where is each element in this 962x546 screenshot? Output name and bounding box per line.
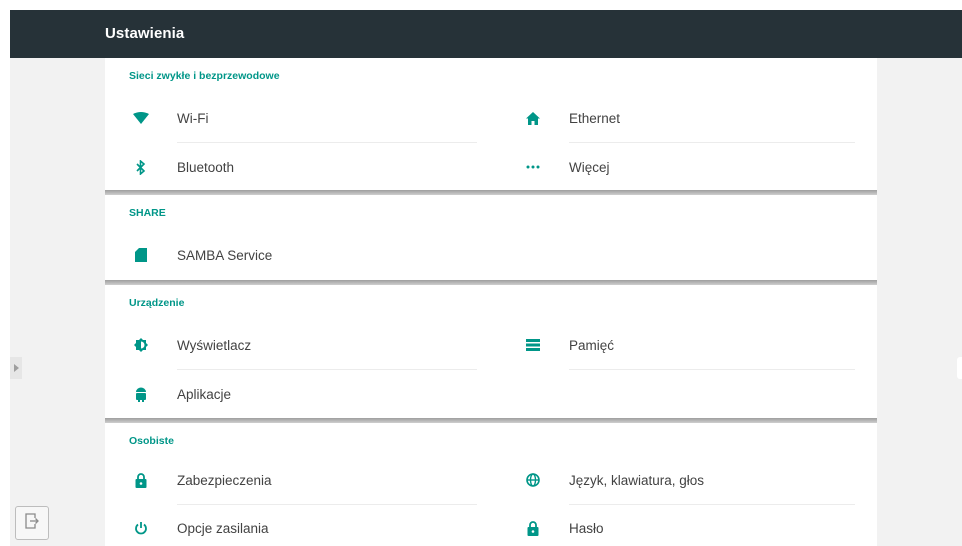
settings-window: Ustawienia Sieci zwykłe i bezprzewodowe … (10, 10, 962, 546)
section-title-share: SHARE (129, 207, 166, 219)
item-divider (569, 142, 855, 143)
settings-item-label: Wyświetlacz (177, 337, 252, 353)
more-icon (525, 159, 541, 175)
settings-item-label: Bluetooth (177, 159, 235, 175)
sd-card-icon (133, 247, 149, 263)
settings-item-ethernet[interactable]: Ethernet (501, 98, 851, 138)
chevron-right-icon (13, 359, 19, 377)
settings-item-power[interactable]: Opcje zasilania (109, 508, 459, 546)
exit-icon (25, 512, 39, 534)
side-panel-toggle[interactable] (10, 357, 22, 379)
home-icon (525, 110, 541, 126)
settings-item-label: Więcej (569, 159, 610, 175)
brightness-icon (133, 337, 149, 353)
bluetooth-icon (133, 159, 149, 175)
settings-item-label: Wi-Fi (177, 110, 209, 126)
item-divider (177, 369, 477, 370)
settings-item-label: Aplikacje (177, 386, 232, 402)
section-title-personal: Osobiste (129, 435, 174, 447)
settings-item-display[interactable]: Wyświetlacz (109, 325, 459, 365)
section-personal: Osobiste Zabezpieczenia Język, klawiatur… (105, 423, 877, 546)
globe-icon (525, 472, 541, 488)
section-device: Urządzenie Wyświetlacz Pamięć Aplikacje (105, 285, 877, 418)
settings-item-password[interactable]: Hasło (501, 508, 851, 546)
page-title: Ustawienia (105, 25, 185, 42)
power-icon (133, 520, 149, 536)
section-title-networks: Sieci zwykłe i bezprzewodowe (129, 70, 280, 82)
settings-item-samba[interactable]: SAMBA Service (109, 235, 459, 275)
settings-item-more[interactable]: Więcej (501, 147, 851, 187)
wifi-icon (133, 110, 149, 126)
exit-button[interactable] (15, 506, 49, 540)
settings-item-storage[interactable]: Pamięć (501, 325, 851, 365)
section-title-device: Urządzenie (129, 297, 185, 309)
settings-item-security[interactable]: Zabezpieczenia (109, 460, 459, 500)
settings-item-bluetooth[interactable]: Bluetooth (109, 147, 459, 187)
settings-item-label: Pamięć (569, 337, 615, 353)
storage-icon (525, 337, 541, 353)
item-divider (569, 504, 855, 505)
section-networks: Sieci zwykłe i bezprzewodowe Wi-Fi Ether… (105, 58, 877, 190)
item-divider (177, 504, 477, 505)
settings-item-wifi[interactable]: Wi-Fi (109, 98, 459, 138)
settings-list: Sieci zwykłe i bezprzewodowe Wi-Fi Ether… (105, 58, 877, 546)
settings-item-label: Język, klawiatura, głos (569, 472, 705, 488)
lock-icon (133, 472, 149, 488)
settings-item-apps[interactable]: Aplikacje (109, 374, 459, 414)
android-icon (133, 386, 149, 402)
item-divider (569, 369, 855, 370)
settings-item-label: Opcje zasilania (177, 520, 269, 536)
settings-item-label: SAMBA Service (177, 247, 273, 263)
settings-item-label: Zabezpieczenia (177, 472, 272, 488)
lock-icon (525, 520, 541, 536)
item-divider (177, 142, 477, 143)
settings-item-label: Hasło (569, 520, 604, 536)
section-share: SHARE SAMBA Service (105, 195, 877, 280)
settings-item-label: Ethernet (569, 110, 621, 126)
right-side-tab[interactable] (957, 357, 962, 379)
app-bar: Ustawienia (10, 10, 962, 58)
settings-item-language[interactable]: Język, klawiatura, głos (501, 460, 851, 500)
